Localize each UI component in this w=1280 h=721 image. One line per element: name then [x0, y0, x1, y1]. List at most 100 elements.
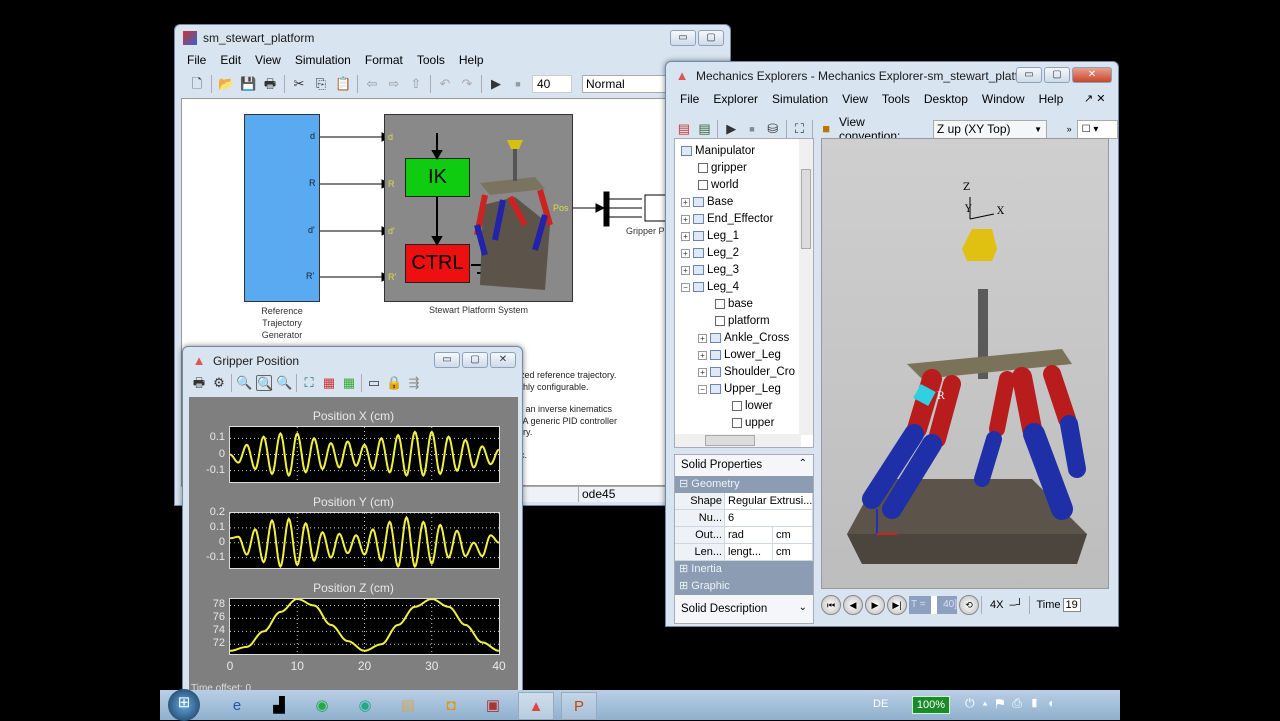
menu-view[interactable]: View [255, 53, 281, 67]
save-axes-icon[interactable]: ▦ [321, 375, 337, 391]
play-button[interactable]: ▶ [865, 595, 885, 615]
plot-axes[interactable] [229, 426, 501, 484]
export-icon[interactable]: ▤ [676, 121, 692, 137]
autoscale-icon[interactable]: ⛶ [301, 375, 317, 391]
expand-icon[interactable]: + [681, 248, 690, 258]
start-button[interactable]: ⊞ [168, 689, 200, 721]
stop-icon[interactable]: ■ [744, 121, 760, 137]
save-icon[interactable]: 💾 [240, 76, 256, 92]
expand-icon[interactable]: + [681, 214, 690, 224]
tree-item-leg_3[interactable]: + Leg_3 [681, 264, 739, 276]
menu-window[interactable]: Window [982, 92, 1025, 106]
signal-selector-icon[interactable]: ⇶ [406, 375, 422, 391]
collapse-icon[interactable]: ⌃ [799, 458, 807, 469]
up-icon[interactable]: ⇧ [408, 76, 424, 92]
print-icon[interactable]: 🖶 [262, 76, 278, 92]
tray-icons[interactable]: ⏻▴⚑⎙▮◖ [965, 696, 1062, 711]
3d-view[interactable]: Z Y X R [821, 138, 1109, 589]
model-tree[interactable]: Manipulator gripper world + Base + End_Effecto… [674, 138, 814, 448]
menu-file[interactable]: File [187, 53, 206, 67]
lang-indicator[interactable]: DE [873, 698, 888, 710]
fit-view-icon[interactable]: ⛶ [792, 121, 808, 137]
property-value[interactable]: cm [773, 544, 813, 560]
redo-icon[interactable]: ↷ [459, 76, 475, 92]
expand-icon[interactable]: + [681, 231, 690, 241]
play-icon[interactable]: ▶ [723, 121, 739, 137]
zoom-x-icon[interactable]: 🔍 [256, 375, 273, 391]
taskbar-app-2[interactable]: ◉ [307, 692, 337, 720]
tree-item-gripper[interactable]: gripper [698, 162, 747, 174]
tree-hscrollbar[interactable] [675, 434, 801, 447]
tree-item-leg_1[interactable]: + Leg_1 [681, 230, 739, 242]
time-value[interactable]: 19 [1062, 598, 1081, 612]
tree-item-lower[interactable]: lower [732, 400, 772, 412]
tree-item-manipulator[interactable]: Manipulator [681, 145, 755, 157]
taskbar-app-3[interactable]: ◉ [350, 692, 380, 720]
collapse-icon[interactable]: − [698, 384, 707, 394]
tree-item-base[interactable]: base [715, 298, 753, 310]
tree-item-world[interactable]: world [698, 179, 738, 191]
floating-scope-icon[interactable]: ▭ [366, 375, 382, 391]
scope-minimize-button[interactable]: ▭ [434, 352, 460, 368]
menu-help[interactable]: Help [459, 53, 484, 67]
rewind-button[interactable]: ⏮ [821, 595, 841, 615]
taskbar-powerpoint[interactable]: P [561, 692, 597, 720]
explorer-minimize-button[interactable]: ▭ [1016, 67, 1042, 83]
zoom-y-icon[interactable]: 🔍 [276, 375, 292, 391]
property-value[interactable]: Regular Extrusi... [725, 493, 813, 509]
playback-speed[interactable]: 4X [990, 599, 1003, 611]
sim-mode-select[interactable]: Normal [582, 75, 677, 93]
back-icon[interactable]: ⇦ [364, 76, 380, 92]
tree-item-upper_leg[interactable]: − Upper_Leg [698, 383, 781, 395]
zoom-icon[interactable]: 🔍 [236, 375, 252, 391]
menu-desktop[interactable]: Desktop [924, 92, 968, 106]
view-layout-select[interactable]: ☐ ▾ [1076, 119, 1119, 139]
explorer-close-button[interactable]: ✕ [1072, 67, 1112, 83]
scope-maximize-button[interactable]: ▢ [462, 352, 488, 368]
lock-icon[interactable]: 🔒 [386, 375, 402, 391]
menu-simulation[interactable]: Simulation [772, 92, 828, 106]
expand-icon[interactable]: + [681, 197, 690, 207]
tree-item-lower_leg[interactable]: + Lower_Leg [698, 349, 781, 361]
property-value[interactable]: rad [725, 527, 773, 543]
tree-item-end_effector[interactable]: + End_Effector [681, 213, 773, 225]
new-icon[interactable]: 🗋 [189, 76, 205, 92]
menu-help[interactable]: Help [1039, 92, 1064, 106]
stop-time-input[interactable]: 40 [532, 75, 572, 93]
graphic-group[interactable]: ⊞ Graphic [675, 578, 813, 595]
menu-format[interactable]: Format [365, 53, 403, 67]
collapse-icon[interactable]: − [681, 282, 690, 292]
copy-icon[interactable]: ⎘ [313, 76, 329, 92]
step-forward-button[interactable]: ▶| [887, 595, 907, 615]
tree-item-leg_4[interactable]: − Leg_4 [681, 281, 739, 293]
maximize-button[interactable]: ▢ [698, 30, 724, 46]
tree-item-ankle_cross[interactable]: + Ankle_Cross [698, 332, 789, 344]
plot-axes[interactable] [229, 597, 501, 656]
taskbar-app-1[interactable]: ▟ [264, 692, 294, 720]
menu-explorer[interactable]: Explorer [713, 92, 758, 106]
taskbar-ie[interactable]: e [222, 692, 252, 720]
time-slider[interactable]: T = 40] [909, 596, 957, 614]
expand-icon[interactable]: + [698, 333, 707, 343]
tree-item-base[interactable]: + Base [681, 196, 733, 208]
menu-tools[interactable]: Tools [882, 92, 910, 106]
forward-icon[interactable]: ⇨ [386, 76, 402, 92]
property-value[interactable]: lengt... [725, 544, 773, 560]
tree-scrollbar[interactable] [799, 139, 813, 435]
print-icon[interactable]: 🖶 [191, 375, 207, 391]
stop-icon[interactable]: ■ [510, 76, 526, 92]
solid-description-header[interactable]: Solid Description [681, 603, 767, 615]
battery-indicator[interactable]: 100% [912, 696, 950, 714]
scope-close-button[interactable]: ✕ [490, 352, 516, 368]
undo-icon[interactable]: ↶ [437, 76, 453, 92]
open-icon[interactable]: 📂 [218, 76, 234, 92]
property-value[interactable]: 6 [725, 510, 813, 526]
tree-item-shoulder_cro[interactable]: + Shoulder_Cro [698, 366, 795, 378]
property-row[interactable]: Nu... 6 [675, 510, 813, 527]
view-convention-select[interactable]: Z up (XY Top) ▼ [932, 119, 1047, 139]
minimize-button[interactable]: ▭ [670, 30, 696, 46]
expand-icon[interactable]: + [681, 265, 690, 275]
plot-axes[interactable] [229, 512, 501, 570]
menu-file[interactable]: File [680, 92, 699, 106]
property-row[interactable]: Out... rad cm [675, 527, 813, 544]
